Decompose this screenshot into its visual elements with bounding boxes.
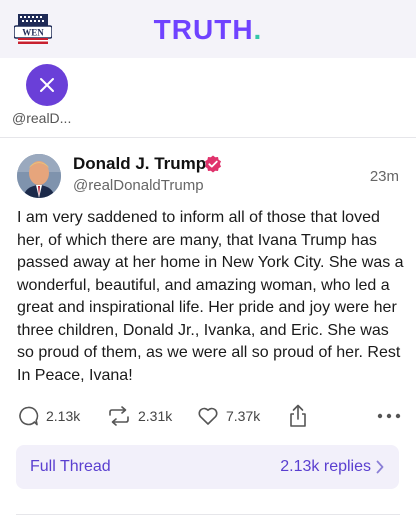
more-options-button[interactable]: [377, 404, 401, 428]
story-handle: @realD...: [12, 110, 72, 126]
author-name[interactable]: Donald J. Trump: [73, 154, 206, 174]
story-avatar[interactable]: [26, 64, 68, 106]
brand-dot: .: [253, 14, 263, 45]
verified-badge-icon: [204, 155, 222, 173]
close-icon: [40, 78, 54, 92]
top-bar: WEN TRUTH.: [0, 0, 416, 58]
retruth-icon: [109, 406, 129, 426]
avatar[interactable]: [17, 154, 61, 198]
full-thread-label: Full Thread: [30, 458, 111, 475]
full-thread-button[interactable]: Full Thread 2.13k replies: [16, 445, 399, 489]
story-row: @realD...: [0, 58, 416, 136]
divider: [16, 514, 400, 515]
like-count: 7.37k: [226, 408, 261, 424]
post-timestamp: 23m: [369, 168, 399, 185]
share-icon: [290, 404, 306, 427]
divider: [0, 137, 416, 138]
author-handle[interactable]: @realDonaldTrump: [73, 177, 204, 194]
more-options-icon: [377, 413, 401, 419]
post-text: I am very saddened to inform all of thos…: [17, 209, 404, 384]
retruth-count: 2.31k: [138, 408, 173, 424]
share-button[interactable]: [288, 404, 308, 428]
reply-icon: [19, 406, 39, 426]
chevron-right-icon: [376, 460, 384, 474]
thread-replies-count: 2.13k replies: [280, 458, 371, 475]
brand-logo[interactable]: TRUTH.: [0, 14, 416, 46]
brand-wordmark: TRUTH: [153, 14, 254, 45]
reply-count: 2.13k: [46, 408, 81, 424]
reply-button[interactable]: 2.13k: [17, 404, 80, 428]
retruth-button[interactable]: 2.31k: [107, 404, 172, 428]
like-button[interactable]: 7.37k: [197, 404, 260, 428]
heart-icon: [198, 407, 218, 425]
post-actions: 2.13k 2.31k 7.37k: [17, 404, 401, 428]
